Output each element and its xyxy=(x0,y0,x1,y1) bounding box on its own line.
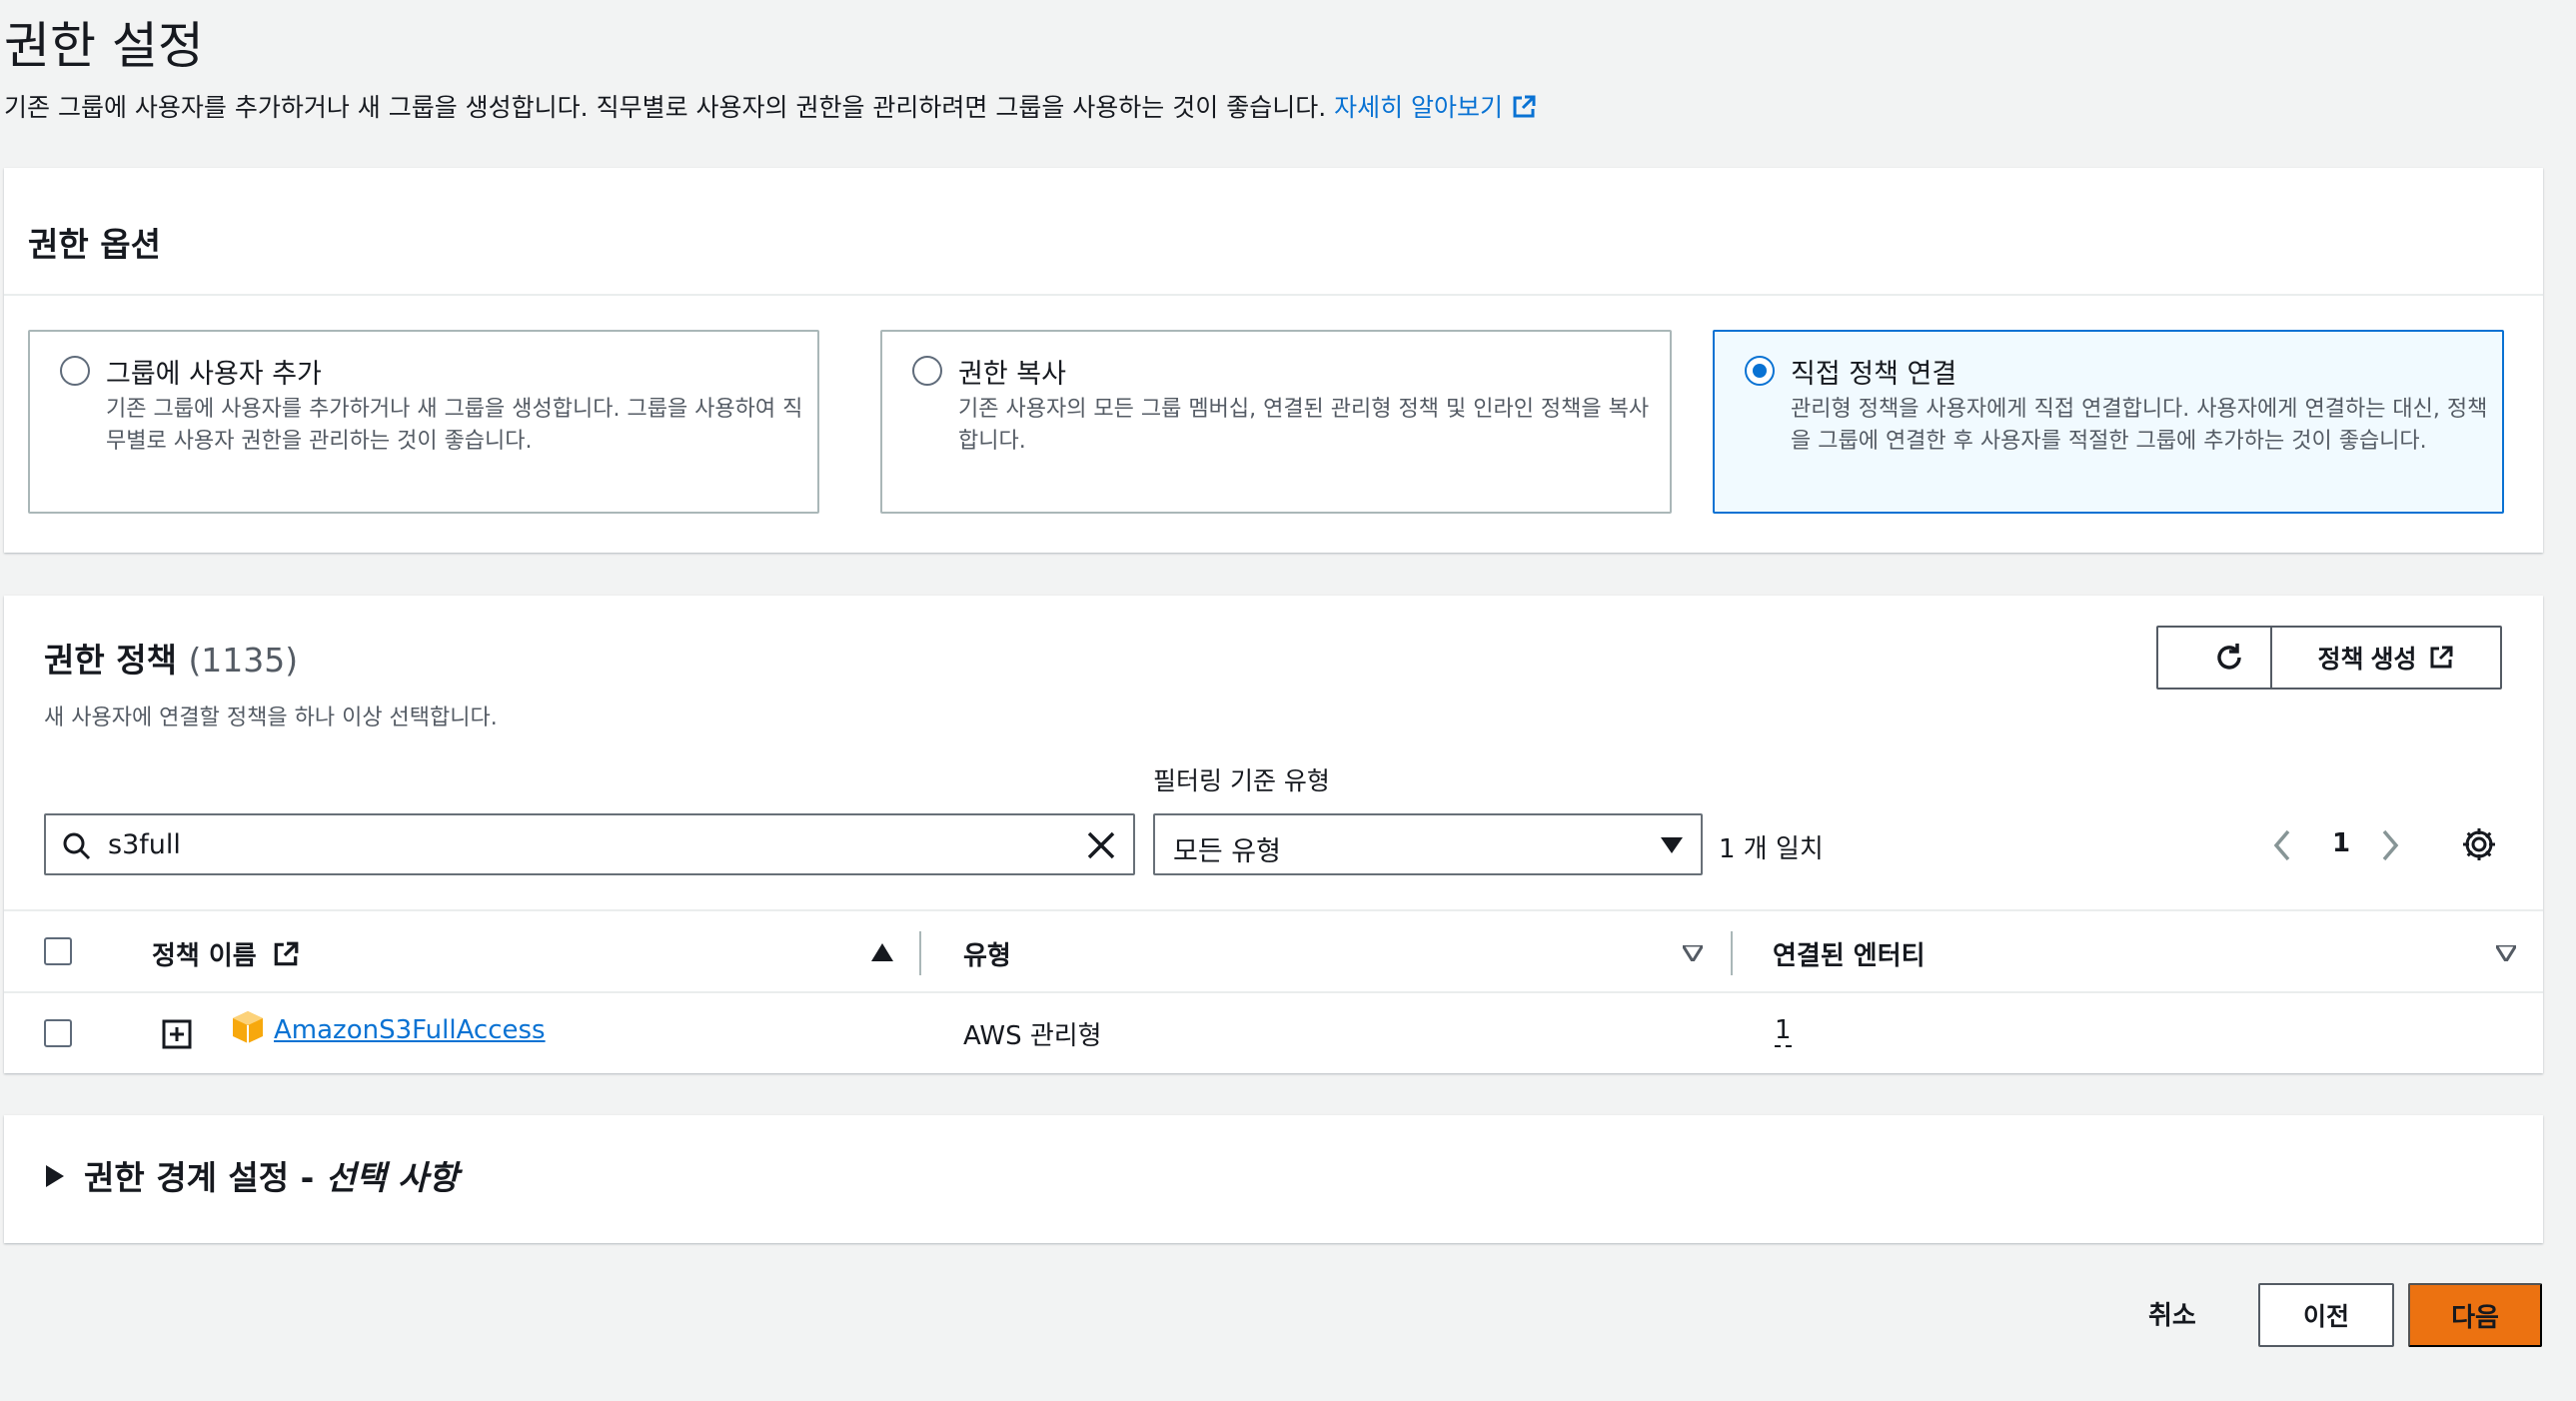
caret-right-icon[interactable] xyxy=(46,1165,64,1187)
search-value: s3full xyxy=(108,829,181,860)
column-policy-name[interactable]: 정책 이름 xyxy=(152,935,300,972)
page-description-text: 기존 그룹에 사용자를 추가하거나 새 그룹을 생성합니다. 직무별로 사용자의… xyxy=(4,93,1327,122)
permission-options-panel: 권한 옵션 그룹에 사용자 추가 기존 그룹에 사용자를 추가하거나 새 그룹을… xyxy=(4,168,2543,553)
option-description: 관리형 정책을 사용자에게 직접 연결합니다. 사용자에게 연결하는 대신, 정… xyxy=(1791,397,2488,454)
column-divider[interactable] xyxy=(919,931,921,975)
sort-descending-icon[interactable] xyxy=(1683,945,1703,961)
expand-plus-icon[interactable] xyxy=(162,1019,192,1049)
option-label: 그룹에 사용자 추가 xyxy=(106,359,322,390)
column-attached-entities[interactable]: 연결된 엔터티 xyxy=(1773,935,1926,972)
option-label: 직접 정책 연결 xyxy=(1791,359,1957,390)
sort-descending-icon[interactable] xyxy=(2496,945,2516,961)
column-divider[interactable] xyxy=(1731,931,1733,975)
attached-entities-count[interactable]: 1 xyxy=(1775,1015,1792,1047)
external-link-icon xyxy=(2430,646,2453,669)
page-number[interactable]: 1 xyxy=(2332,828,2350,858)
filter-type-label: 필터링 기준 유형 xyxy=(1153,766,1330,795)
option-label: 권한 복사 xyxy=(958,359,1066,390)
next-button[interactable]: 다음 xyxy=(2408,1283,2542,1347)
policy-name-link[interactable]: AmazonS3FullAccess xyxy=(274,1015,546,1045)
boundary-title-text: 권한 경계 설정 - xyxy=(84,1158,326,1197)
radio-attach-policies-directly[interactable] xyxy=(1745,356,1775,386)
option-description: 기존 사용자의 모든 그룹 멤버십, 연결된 관리형 정책 및 인라인 정책을 … xyxy=(958,397,1650,454)
policies-count: (1135) xyxy=(188,641,299,680)
learn-more-link[interactable]: 자세히 알아보기 xyxy=(1334,93,1537,122)
learn-more-label: 자세히 알아보기 xyxy=(1334,93,1504,122)
table-row: AmazonS3FullAccess AWS 관리형 1 xyxy=(4,993,2543,1073)
option-add-user-to-group[interactable]: 그룹에 사용자 추가 기존 그룹에 사용자를 추가하거나 새 그룹을 생성합니다… xyxy=(28,330,819,514)
policies-description: 새 사용자에 연결할 정책을 하나 이상 선택합니다. xyxy=(44,705,498,730)
boundary-optional-text: 선택 사항 xyxy=(325,1158,459,1197)
external-link-icon xyxy=(1513,95,1536,118)
policy-search-input[interactable]: s3full xyxy=(44,813,1135,875)
refresh-icon xyxy=(2217,644,2241,670)
match-count: 1 개 일치 xyxy=(1719,834,1824,864)
column-type[interactable]: 유형 xyxy=(963,935,1011,972)
clear-icon[interactable] xyxy=(1085,829,1117,861)
filter-type-value: 모든 유형 xyxy=(1173,836,1281,867)
permission-policies-panel: 권한 정책 (1135) 새 사용자에 연결할 정책을 하나 이상 선택합니다.… xyxy=(4,596,2543,1073)
permission-boundary-panel[interactable]: 권한 경계 설정 - 선택 사항 xyxy=(4,1115,2543,1243)
policy-type: AWS 관리형 xyxy=(963,1021,1102,1051)
permission-boundary-title[interactable]: 권한 경계 설정 - 선택 사항 xyxy=(84,1151,459,1199)
radio-add-user-to-group[interactable] xyxy=(60,356,90,386)
sort-ascending-icon[interactable] xyxy=(871,943,893,961)
policies-title-text: 권한 정책 xyxy=(44,641,177,680)
previous-button[interactable]: 이전 xyxy=(2258,1283,2394,1347)
filter-type-select[interactable]: 모든 유형 xyxy=(1153,813,1703,875)
page-title: 권한 설정 xyxy=(4,17,204,75)
permission-policies-title: 권한 정책 (1135) xyxy=(44,634,298,682)
select-all-checkbox[interactable] xyxy=(44,937,72,965)
external-link-icon xyxy=(274,941,299,966)
option-copy-permissions[interactable]: 권한 복사 기존 사용자의 모든 그룹 멤버십, 연결된 관리형 정책 및 인라… xyxy=(880,330,1672,514)
search-icon xyxy=(63,832,91,860)
create-policy-label: 정책 생성 xyxy=(2317,646,2417,674)
cancel-button[interactable]: 취소 xyxy=(2148,1295,2196,1332)
option-attach-policies-directly[interactable]: 직접 정책 연결 관리형 정책을 사용자에게 직접 연결합니다. 사용자에게 연… xyxy=(1713,330,2504,514)
chevron-right-icon[interactable] xyxy=(2380,829,2400,861)
permission-options-header: 권한 옵션 xyxy=(4,168,2543,296)
column-policy-name-label: 정책 이름 xyxy=(152,941,257,971)
row-checkbox[interactable] xyxy=(44,1019,72,1047)
chevron-left-icon[interactable] xyxy=(2272,829,2292,861)
settings-gear-icon[interactable] xyxy=(2460,825,2498,863)
option-description: 기존 그룹에 사용자를 추가하거나 새 그룹을 생성합니다. 그룹을 사용하여 … xyxy=(106,397,803,454)
policy-table-header: 정책 이름 유형 연결된 엔터티 xyxy=(4,909,2543,993)
aws-managed-policy-icon xyxy=(233,1011,263,1043)
radio-copy-permissions[interactable] xyxy=(912,356,942,386)
page-description: 기존 그룹에 사용자를 추가하거나 새 그룹을 생성합니다. 직무별로 사용자의… xyxy=(4,88,1537,124)
create-policy-button[interactable]: 정책 생성 xyxy=(2270,626,2502,690)
permission-options-title: 권한 옵션 xyxy=(28,225,161,264)
caret-down-icon xyxy=(1661,837,1683,853)
